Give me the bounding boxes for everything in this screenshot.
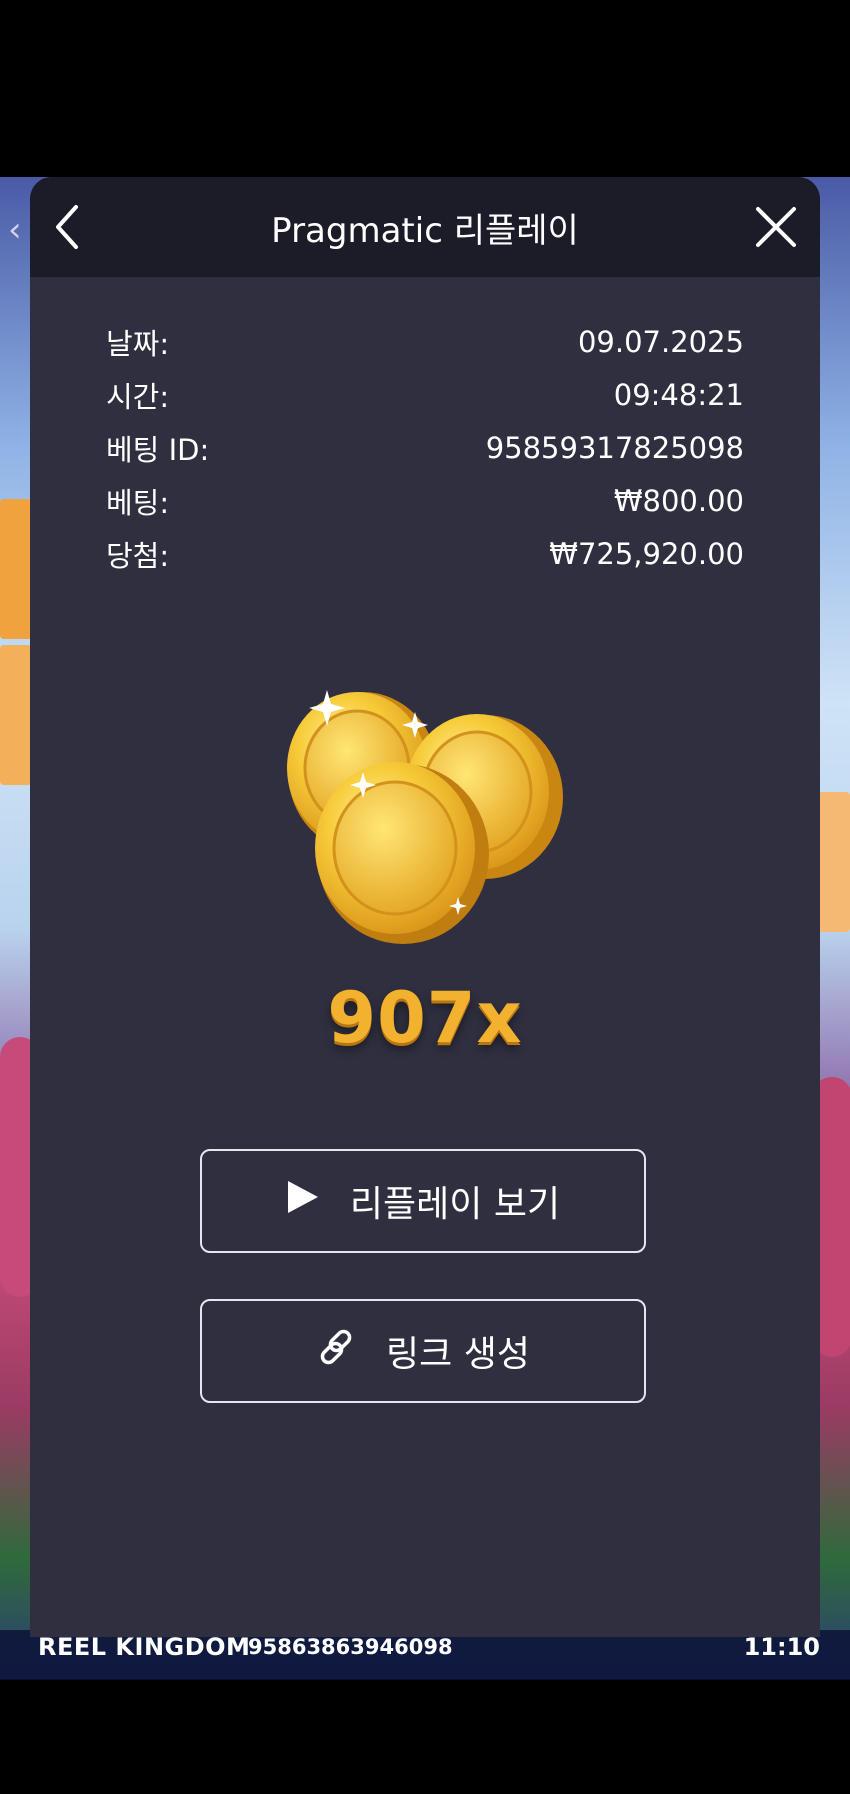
view-replay-button[interactable]: 리플레이 보기	[200, 1149, 646, 1253]
detail-row-date: 날짜: 09.07.2025	[106, 315, 744, 368]
modal-title: Pragmatic 리플레이	[271, 211, 579, 251]
slot-tile	[0, 645, 32, 785]
link-icon	[316, 1327, 356, 1376]
create-link-button[interactable]: 링크 생성	[200, 1299, 646, 1403]
detail-row-win: 당첨: ₩725,920.00	[106, 527, 744, 580]
slot-tile	[0, 499, 32, 639]
provider-label: REEL KINGDOM	[38, 1633, 251, 1661]
modal-header: Pragmatic 리플레이	[30, 177, 820, 277]
detail-row-bet-id: 베팅 ID: 95859317825098	[106, 421, 744, 474]
detail-value: ₩725,920.00	[549, 536, 744, 571]
close-button[interactable]	[750, 201, 802, 253]
round-id: 95863863946098	[248, 1635, 453, 1659]
detail-value: 95859317825098	[485, 430, 744, 465]
replay-modal: Pragmatic 리플레이 날짜: 09.07.2025 시간: 09:48:…	[30, 177, 820, 1637]
win-multiplier: 907x	[327, 977, 523, 1059]
detail-label: 베팅 ID:	[106, 432, 210, 467]
background-back-icon[interactable]: ‹	[8, 210, 22, 250]
slot-tile	[818, 792, 850, 932]
detail-value: 09:48:21	[613, 377, 744, 412]
detail-value: ₩800.00	[613, 483, 744, 518]
detail-label: 베팅:	[106, 485, 170, 520]
detail-row-time: 시간: 09:48:21	[106, 368, 744, 421]
bet-details: 날짜: 09.07.2025 시간: 09:48:21 베팅 ID: 95859…	[106, 315, 744, 580]
close-icon	[756, 207, 796, 247]
play-icon	[286, 1179, 320, 1224]
detail-label: 시간:	[106, 379, 170, 414]
view-replay-label: 리플레이 보기	[349, 1184, 561, 1225]
clock: 11:10	[743, 1633, 820, 1661]
create-link-label: 링크 생성	[386, 1334, 530, 1375]
gold-coins-icon	[287, 690, 563, 944]
detail-label: 당첨:	[106, 538, 170, 573]
detail-value: 09.07.2025	[577, 324, 744, 359]
detail-row-bet: 베팅: ₩800.00	[106, 474, 744, 527]
screen: ‹ REEL KINGDOM 95863863946098 11:10 Prag…	[0, 0, 850, 1794]
detail-label: 날짜:	[106, 326, 170, 361]
